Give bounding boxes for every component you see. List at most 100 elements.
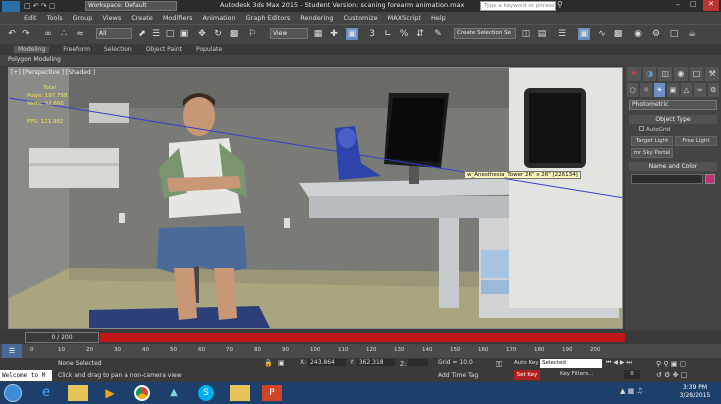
render-setup-icon[interactable]: ⚙ (650, 28, 662, 40)
select-move-icon[interactable]: ✥ (196, 28, 208, 40)
key-filters-button[interactable]: Key Filters... (560, 371, 593, 377)
frame-number-field[interactable]: 0 (624, 370, 640, 379)
folder-icon[interactable] (230, 385, 250, 401)
menu-item-edit[interactable]: Edit (24, 14, 37, 22)
undo-icon[interactable]: ↶ (6, 28, 18, 40)
select-manipulate-icon[interactable]: ✚ (328, 28, 340, 40)
snaps-toggle-icon[interactable]: 3 (366, 28, 378, 40)
utilities-tab-icon[interactable]: ⚒ (705, 67, 720, 81)
time-slider-thumb[interactable]: 0 / 200 (25, 332, 99, 343)
search-input[interactable]: Type a keyword or phrase (480, 1, 556, 11)
powerpoint-icon[interactable]: P (262, 385, 282, 401)
rendered-frame-window-icon[interactable]: □ (668, 28, 680, 40)
auto-key-button[interactable]: Auto Key (514, 359, 540, 368)
search-icon[interactable]: ⚲ (557, 0, 563, 9)
skype-icon[interactable]: S (198, 385, 214, 401)
3dsmax-icon[interactable]: ▲ (164, 385, 184, 401)
systems-icon[interactable]: ⚙ (707, 83, 719, 97)
bind-space-warp-icon[interactable]: ≈ (74, 28, 86, 40)
align-icon[interactable]: ▤ (536, 28, 548, 40)
create-tab-icon[interactable]: ✶ (627, 67, 641, 81)
file-explorer-icon[interactable] (68, 385, 88, 401)
object-name-input[interactable] (631, 174, 703, 184)
absolute-mode-icon[interactable]: ▣ (278, 359, 285, 367)
playback-controls[interactable]: ⏮ ◀ ▶ ⏭ (606, 359, 646, 368)
schematic-view-icon[interactable]: ▩ (612, 28, 624, 40)
menu-item-modifiers[interactable]: Modifiers (163, 14, 193, 22)
pivot-center-icon[interactable]: ▦ (312, 28, 324, 40)
named-selection-dropdown[interactable]: Create Selection Se (454, 28, 516, 39)
menu-item-graph-editors[interactable]: Graph Editors (246, 14, 291, 22)
ribbon-tab-populate[interactable]: Populate (196, 46, 222, 53)
motion-tab-icon[interactable]: ◉ (674, 67, 688, 81)
lights-icon[interactable]: ☀ (653, 83, 666, 97)
link-icon[interactable]: ∞ (42, 28, 54, 40)
object-color-swatch[interactable] (705, 174, 715, 184)
geometry-icon[interactable]: ○ (627, 83, 639, 97)
angle-snap-icon[interactable]: ∟ (382, 28, 394, 40)
menu-item-rendering[interactable]: Rendering (300, 14, 333, 22)
media-player-icon[interactable]: ▶ (100, 385, 120, 401)
system-tray-icons[interactable]: ▲ ▩ ♫ (620, 387, 660, 399)
ribbon-tab-freeform[interactable]: Freeform (63, 46, 90, 53)
hierarchy-tab-icon[interactable]: ◫ (658, 67, 673, 81)
select-scale-icon[interactable]: ▩ (228, 28, 240, 40)
helpers-icon[interactable]: △ (680, 83, 693, 97)
menu-item-maxscript[interactable]: MAXScript (388, 14, 421, 22)
menu-item-group[interactable]: Group (73, 14, 93, 22)
rectangular-selection-icon[interactable]: □ (164, 28, 176, 40)
free-light-button[interactable]: Free Light (675, 136, 717, 146)
mr-sky-portal-button[interactable]: mr Sky Portal (631, 148, 673, 158)
layer-manager-icon[interactable]: ☰ (556, 28, 568, 40)
set-key-icon[interactable]: ⚿ (496, 360, 502, 370)
place-icon[interactable]: ⚐ (246, 28, 258, 40)
name-and-color-rollout-header[interactable]: Name and Color (629, 162, 717, 171)
select-object-icon[interactable]: ⬈ (136, 28, 148, 40)
start-button[interactable] (4, 384, 22, 402)
select-by-name-icon[interactable]: ☰ (150, 28, 162, 40)
percent-snap-icon[interactable]: % (398, 28, 410, 40)
track-bar[interactable]: ☰ 0 10 20 30 40 50 60 70 80 90 100 110 120 130 140 150 1… (0, 344, 721, 358)
edit-named-selection-icon[interactable]: ✎ (432, 28, 444, 40)
clock[interactable]: 3:39 PM 3/28/2015 (672, 384, 718, 400)
y-coordinate[interactable]: Y: 362.318 (350, 359, 395, 366)
menu-item-views[interactable]: Views (102, 14, 121, 22)
shapes-icon[interactable]: ☼ (640, 83, 652, 97)
time-slider[interactable]: 0 / 200 (0, 331, 721, 344)
key-mode-dropdown[interactable]: Selected (540, 359, 602, 368)
quick-access-icons[interactable]: □ ↶ ↷ ▢ (24, 2, 74, 10)
graphite-toolbar-icon[interactable]: ▣ (578, 28, 590, 40)
menu-item-tools[interactable]: Tools (47, 14, 63, 22)
unlink-icon[interactable]: ∴ (58, 28, 70, 40)
x-coordinate[interactable]: X: 243.864 (300, 359, 347, 366)
cameras-icon[interactable]: ▣ (667, 83, 679, 97)
mirror-icon[interactable]: ◫ (520, 28, 532, 40)
maxscript-listener[interactable]: Welcome to M (0, 370, 52, 381)
material-editor-icon[interactable]: ◉ (632, 28, 644, 40)
perspective-viewport[interactable]: [+] [Perspective ] [Shaded ] Total Polys… (8, 67, 623, 329)
redo-icon[interactable]: ↷ (20, 28, 32, 40)
ribbon-tab-object-paint[interactable]: Object Paint (146, 46, 182, 53)
menu-item-create[interactable]: Create (131, 14, 153, 22)
keyboard-shortcut-override-icon[interactable]: ▣ (346, 28, 358, 40)
set-key-button[interactable]: Set Key (514, 370, 540, 380)
window-close-button[interactable]: ✕ (703, 0, 719, 11)
ie-icon[interactable]: e (36, 385, 56, 401)
selection-filter-dropdown[interactable]: All (96, 28, 132, 39)
add-time-tag[interactable]: Add Time Tag (438, 372, 478, 379)
window-maximize-button[interactable]: □ (690, 0, 697, 8)
ribbon-tab-selection[interactable]: Selection (104, 46, 132, 53)
curve-editor-icon[interactable]: ∿ (596, 28, 608, 40)
workspace-dropdown[interactable]: Workspace: Default (85, 1, 177, 11)
spinner-snap-icon[interactable]: ⇵ (414, 28, 426, 40)
modify-tab-icon[interactable]: ◑ (642, 67, 657, 81)
track-bar-icon[interactable]: ☰ (2, 344, 22, 358)
light-type-dropdown[interactable]: Photometric (629, 100, 717, 110)
object-type-rollout-header[interactable]: Object Type (629, 115, 717, 124)
viewport-label[interactable]: [+] [Perspective ] [Shaded ] (11, 69, 95, 76)
select-rotate-icon[interactable]: ↻ (212, 28, 224, 40)
z-coordinate[interactable]: Z: (400, 359, 429, 368)
window-minimize-button[interactable]: – (676, 0, 680, 9)
render-production-icon[interactable]: ☕ (686, 28, 698, 40)
menu-item-customize[interactable]: Customize (343, 14, 377, 22)
